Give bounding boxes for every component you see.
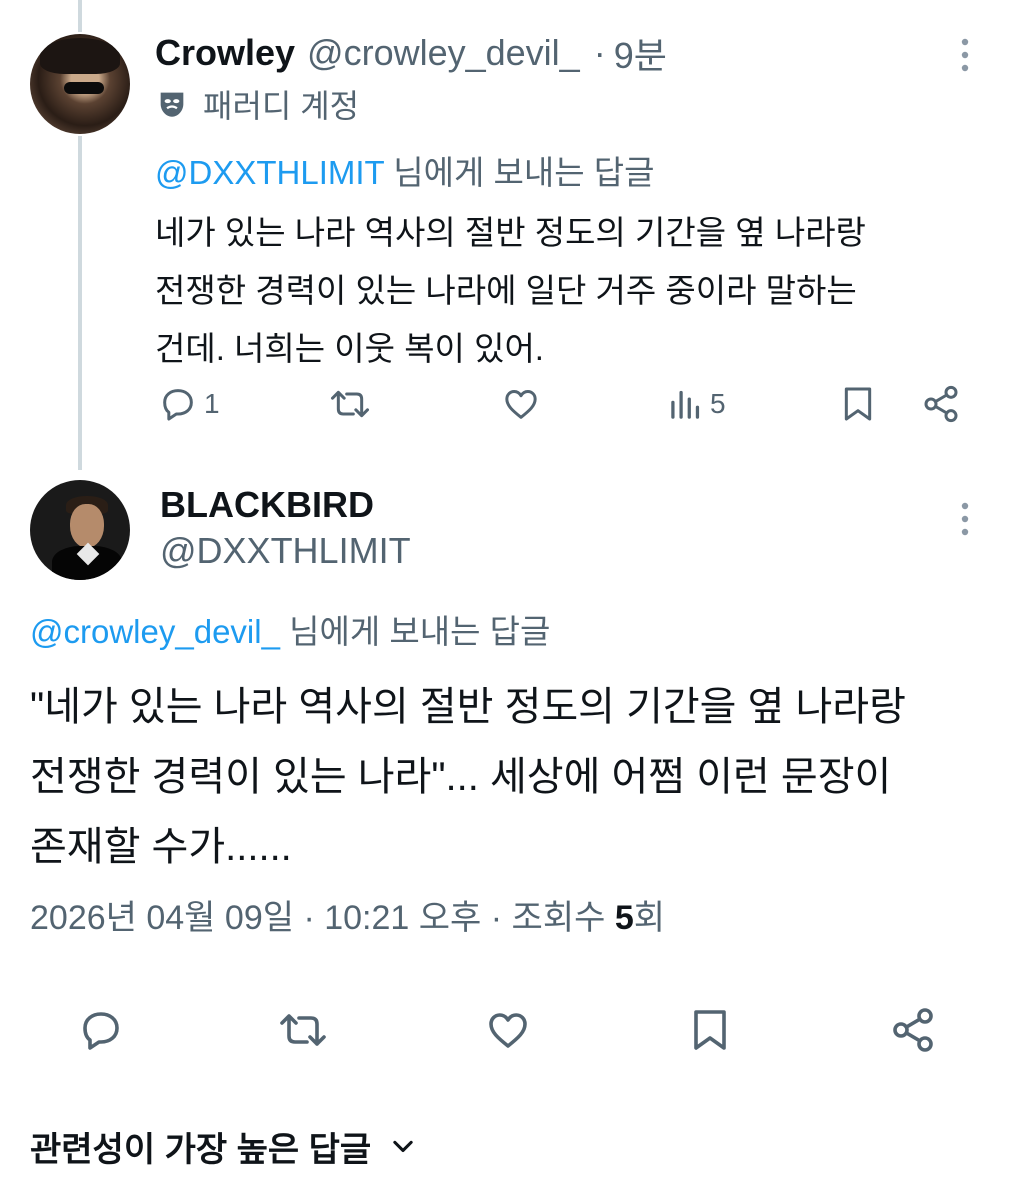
tweet-text-line: "네가 있는 나라 역사의 절반 정도의 기간을 옆 나라랑	[30, 685, 906, 729]
like-button[interactable]	[482, 1006, 534, 1054]
timestamp[interactable]: 9분	[614, 27, 667, 79]
like-icon	[505, 390, 537, 419]
reply-tweet-header: Crowley @crowley_devil_ · 9분	[155, 30, 667, 76]
tweet-date[interactable]: 2026년 04월 09일	[30, 899, 294, 937]
tweet-text-line: 전쟁한 경력이 있는 나라"... 세상에 어쩜 이런 문장이	[30, 755, 892, 799]
page: Crowley @crowley_devil_ · 9분 패러디 계정 @DXX…	[0, 0, 1015, 1200]
mention-link[interactable]: @DXXTHLIMIT	[155, 154, 384, 191]
reply-button[interactable]	[76, 1006, 126, 1054]
chevron-down-icon	[393, 1140, 413, 1152]
views-unit: 회	[633, 899, 666, 937]
retweet-button[interactable]	[328, 384, 372, 424]
avatar-glasses-shape	[64, 82, 104, 94]
replying-to: @crowley_devil_ 님에게 보내는 답글	[30, 605, 550, 653]
reply-sort-dropdown[interactable]: 관련성이 가장 높은 답글	[30, 1122, 417, 1171]
sort-label: 관련성이 가장 높은 답글	[30, 1131, 372, 1169]
bookmark-icon	[844, 387, 872, 421]
reply-count: 1	[204, 388, 220, 419]
tweet-text-line: 건데. 너희는 이웃 복이 있어.	[155, 330, 544, 367]
tweet-text: 네가 있는 나라 역사의 절반 정도의 기간을 옆 나라랑 전쟁한 경력이 있는…	[155, 204, 985, 378]
parody-mask-icon	[160, 92, 184, 117]
tweet-meta: 2026년 04월 09일 · 10:21 오후 · 조회수 5회	[30, 890, 665, 939]
more-icon[interactable]	[955, 500, 975, 540]
mention-link[interactable]: @crowley_devil_	[30, 613, 280, 650]
tweet-text-line: 존재할 수가......	[30, 825, 292, 869]
share-button[interactable]	[920, 384, 962, 424]
retweet-icon	[331, 390, 369, 418]
views-label: 조회수	[511, 899, 606, 937]
avatar-face-shape	[70, 504, 104, 548]
avatar-blackbird[interactable]	[30, 480, 130, 580]
thread-line	[78, 136, 82, 470]
tweet-time[interactable]: 10:21 오후	[324, 899, 481, 937]
tweet-text-line: 네가 있는 나라 역사의 절반 정도의 기간을 옆 나라랑	[155, 214, 866, 251]
views-count: 5	[710, 388, 726, 419]
tweet-text-line: 전쟁한 경력이 있는 나라에 일단 거주 중이라 말하는	[155, 272, 857, 309]
share-button[interactable]	[888, 1006, 938, 1054]
views-icon	[671, 390, 700, 419]
tweet-text: "네가 있는 나라 역사의 절반 정도의 기간을 옆 나라랑 전쟁한 경력이 있…	[30, 672, 990, 882]
share-icon	[924, 385, 958, 423]
handle[interactable]: @DXXTHLIMIT	[160, 530, 411, 572]
parody-label-text: 패러디 계정	[203, 88, 360, 124]
separator-dot: ·	[593, 32, 606, 73]
share-icon	[893, 1008, 933, 1052]
bookmark-icon	[694, 1010, 726, 1050]
thread-line-top	[78, 0, 82, 32]
views-button[interactable]: 5	[668, 384, 726, 424]
bookmark-button[interactable]	[688, 1006, 732, 1054]
meta-separator: ·	[294, 899, 325, 937]
avatar-crowley[interactable]	[30, 34, 130, 134]
retweet-icon	[280, 1014, 326, 1046]
handle[interactable]: @crowley_devil_	[307, 32, 580, 74]
reply-button[interactable]: 1	[158, 384, 220, 424]
display-name[interactable]: BLACKBIRD	[160, 484, 374, 526]
avatar-hat-shape	[40, 38, 120, 74]
like-button[interactable]	[500, 384, 542, 424]
bookmark-button[interactable]	[840, 384, 876, 424]
reply-icon	[83, 1012, 119, 1050]
replying-to: @DXXTHLIMIT 님에게 보내는 답글	[155, 146, 654, 194]
reply-icon	[163, 389, 193, 421]
more-icon[interactable]	[955, 36, 975, 76]
replying-to-suffix: 님에게 보내는 답글	[384, 154, 655, 191]
like-icon	[489, 1013, 527, 1048]
replying-to-suffix: 님에게 보내는 답글	[279, 613, 551, 650]
retweet-button[interactable]	[276, 1006, 330, 1054]
views-count: 5	[614, 899, 634, 937]
parody-account-label: 패러디 계정	[155, 84, 359, 124]
display-name[interactable]: Crowley	[155, 32, 295, 74]
meta-separator: ·	[481, 899, 512, 937]
